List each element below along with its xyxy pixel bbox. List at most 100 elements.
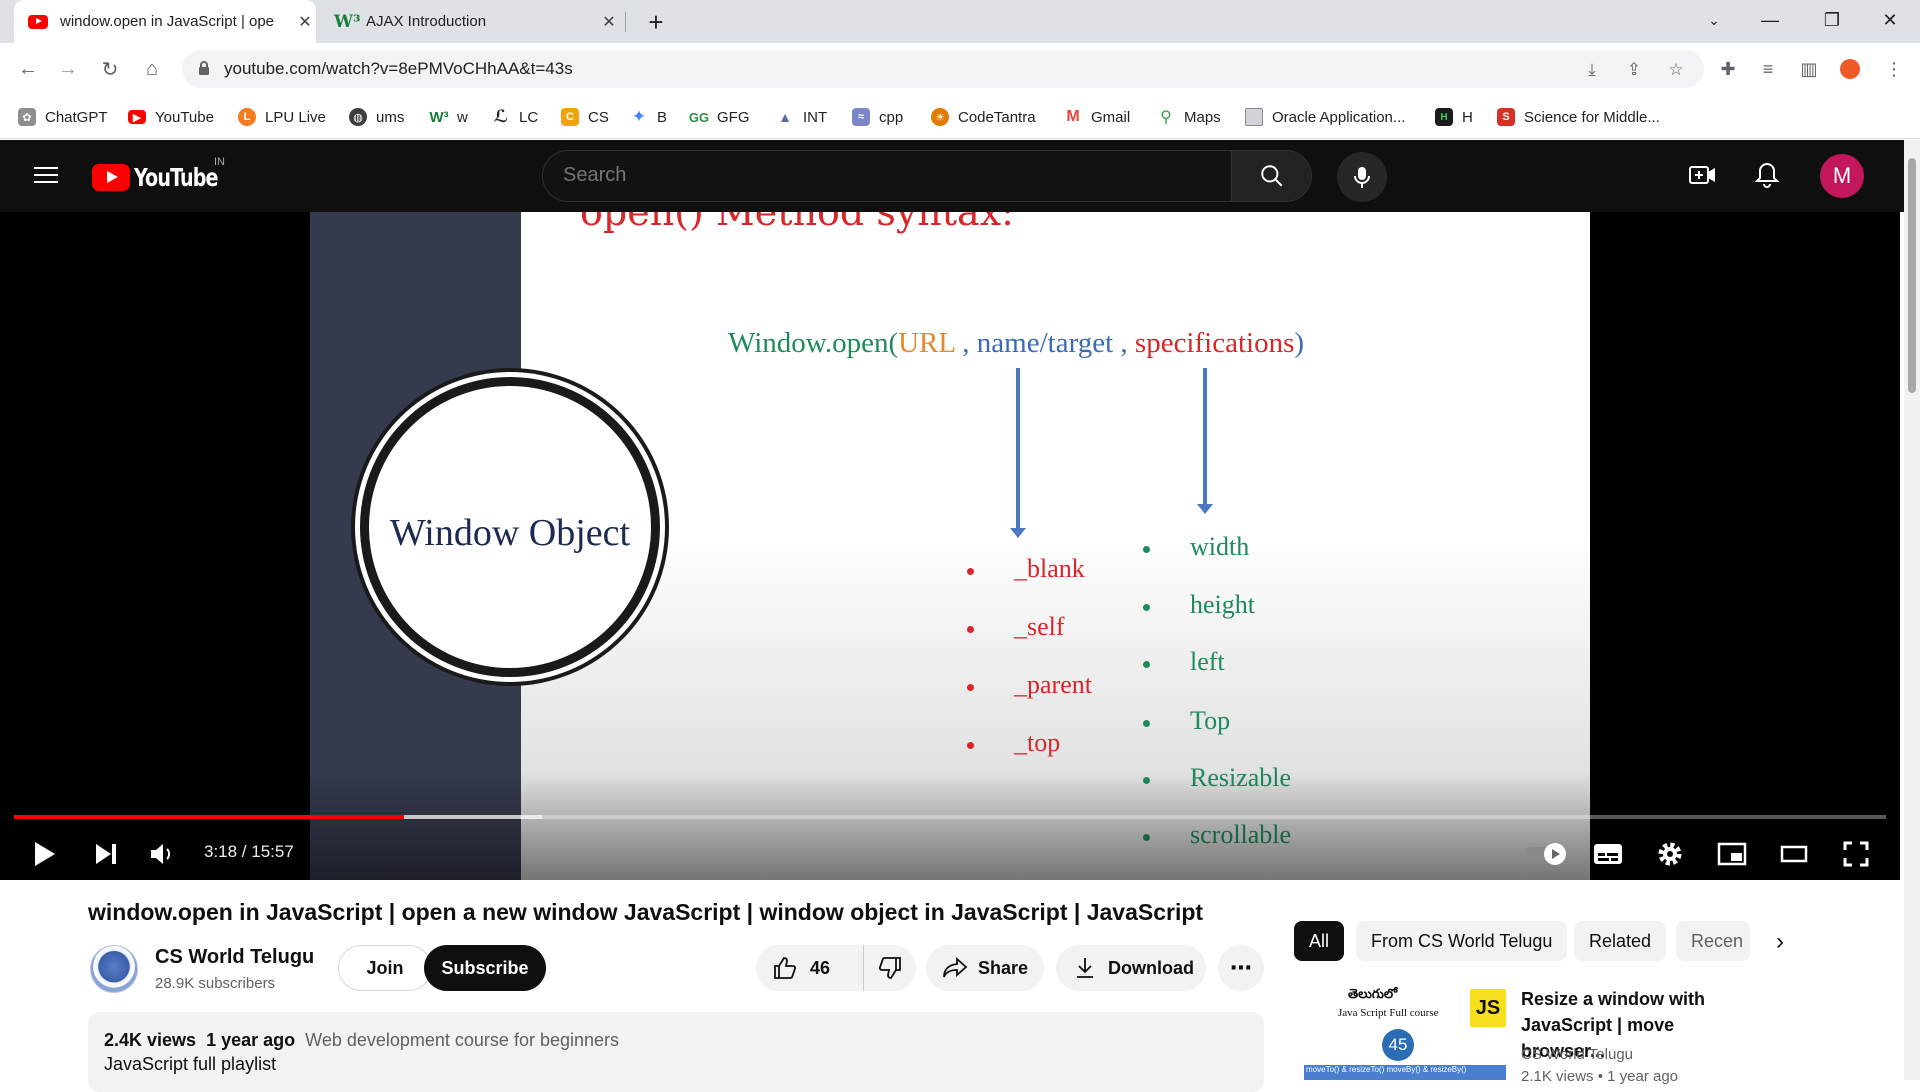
next-button[interactable] (82, 830, 130, 878)
more-actions-button[interactable]: ⋯ (1218, 945, 1264, 991)
js-badge-icon: JS (1470, 989, 1506, 1027)
bookmark-w3[interactable]: W³ w (429, 105, 467, 129)
profile-icon[interactable] (1836, 55, 1864, 83)
minimize-button[interactable]: — (1742, 0, 1798, 40)
chip-related[interactable]: Related (1574, 921, 1667, 961)
chip-label: From CS World Telugu (1371, 930, 1553, 951)
youtube-logo[interactable]: YouTube (92, 162, 232, 192)
join-button[interactable]: Join (338, 945, 432, 991)
search-input[interactable] (563, 164, 1163, 187)
bookmark-chatgpt[interactable]: ✿ ChatGPT (18, 105, 108, 129)
cpp-icon: ≈ (852, 108, 870, 126)
page-scrollbar[interactable] (1904, 140, 1920, 1080)
play-button[interactable] (20, 830, 68, 878)
subtitles-button[interactable] (1584, 830, 1632, 878)
side-panel-icon[interactable]: ▥ (1795, 55, 1823, 83)
subscribe-button[interactable]: Subscribe (424, 945, 546, 991)
bookmark-maps[interactable]: ⚲ Maps (1157, 105, 1221, 129)
bookmark-science[interactable]: S Science for Middle... (1497, 105, 1660, 129)
hamburger-menu-icon[interactable] (30, 162, 62, 190)
tab-search-icon[interactable]: ⌄ (1686, 0, 1742, 40)
description-box[interactable]: 2.4K views 1 year ago Web development co… (88, 1012, 1264, 1092)
bookmark-lpu-live[interactable]: L LPU Live (238, 105, 326, 129)
bookmark-cs[interactable]: C CS (561, 105, 609, 129)
create-video-icon[interactable] (1688, 162, 1718, 188)
new-tab-button[interactable]: + (640, 6, 672, 38)
bookmark-cpp[interactable]: ≈ cpp (852, 105, 903, 129)
chip-recent[interactable]: Recen (1676, 921, 1750, 961)
forward-icon[interactable]: → (50, 51, 86, 87)
channel-avatar[interactable] (90, 945, 138, 993)
list-item: _self (967, 612, 1065, 642)
account-avatar[interactable]: M (1820, 154, 1864, 198)
bookmark-gfg[interactable]: GG GFG (689, 105, 750, 129)
bookmark-lc[interactable]: ℒ LC (492, 105, 538, 129)
tab-youtube[interactable]: window.open in JavaScript | ope ✕ (14, 0, 316, 43)
tab-close-icon[interactable]: ✕ (294, 11, 316, 33)
like-button[interactable]: 46 (756, 945, 864, 991)
bookmark-youtube[interactable]: ▶ YouTube (128, 105, 214, 129)
bookmark-int[interactable]: ▲ INT (776, 105, 827, 129)
browser-toolbar: ← → ↻ ⌂ youtube.com/watch?v=8ePMVoCHhAA&… (0, 43, 1920, 95)
dislike-button[interactable] (864, 945, 916, 991)
bookmark-b[interactable]: ✦ B (630, 105, 667, 129)
search-icon (1260, 165, 1282, 187)
share-page-icon[interactable]: ⇪ (1622, 58, 1646, 82)
scrollbar-thumb[interactable] (1908, 158, 1916, 393)
voice-search-button[interactable] (1337, 152, 1387, 202)
target-arrow-head (1010, 528, 1026, 538)
menu-kebab-icon[interactable]: ⋮ (1880, 55, 1908, 83)
list-item: Top (1143, 706, 1230, 736)
miniplayer-button[interactable] (1708, 830, 1756, 878)
volume-button[interactable] (138, 830, 186, 878)
time-display: 3:18 / 15:57 (204, 842, 294, 861)
url-text[interactable]: youtube.com/watch?v=8ePMVoCHhAA&t=43s (224, 59, 573, 79)
syntax-spec: specifications (1134, 327, 1295, 359)
subscribe-label: Subscribe (441, 957, 529, 978)
chip-all[interactable]: All (1294, 921, 1345, 961)
bookmark-ums[interactable]: ◍ ums (349, 105, 404, 129)
lpu-icon: L (238, 108, 256, 126)
chevron-right-icon[interactable]: › (1760, 926, 1800, 958)
tab-close-icon[interactable]: ✕ (598, 11, 620, 33)
bookmark-label: H (1462, 108, 1473, 126)
syntax-name: name/target (976, 327, 1114, 359)
tab-ajax[interactable]: W³ AJAX Introduction ✕ (322, 0, 620, 43)
channel-name[interactable]: CS World Telugu (155, 946, 314, 969)
target-value: _parent (1014, 670, 1092, 699)
media-queue-icon[interactable]: ≡ (1754, 55, 1782, 83)
back-icon[interactable]: ← (10, 51, 46, 87)
settings-button[interactable] (1646, 830, 1694, 878)
notifications-bell-icon[interactable] (1752, 160, 1782, 190)
recommendation-channel[interactable]: CS World Telugu (1521, 1046, 1633, 1063)
reload-icon[interactable]: ↻ (92, 51, 128, 87)
bookmark-star-icon[interactable]: ☆ (1664, 58, 1688, 82)
bookmark-oracle[interactable]: Oracle Application... (1245, 105, 1405, 129)
fullscreen-button[interactable] (1832, 830, 1880, 878)
bookmark-codetantra[interactable]: ☀ CodeTantra (931, 105, 1036, 129)
lock-icon[interactable] (198, 60, 210, 76)
autoplay-toggle[interactable] (1518, 830, 1570, 878)
recommendation-thumbnail[interactable]: తెలుగులో Java Script Full course JS 45 m… (1304, 985, 1506, 1080)
bookmark-gmail[interactable]: M Gmail (1064, 105, 1130, 129)
spec-arrow (1203, 368, 1207, 508)
int-icon: ▲ (778, 109, 792, 125)
search-box[interactable] (542, 150, 1232, 202)
theater-mode-button[interactable] (1770, 830, 1818, 878)
download-button[interactable]: Download (1056, 945, 1206, 991)
bard-icon: ✦ (631, 107, 647, 126)
extensions-icon[interactable]: ✚ (1714, 55, 1742, 83)
close-window-button[interactable]: ✕ (1862, 0, 1918, 40)
bookmark-h[interactable]: HH (1435, 105, 1473, 129)
share-button[interactable]: Share (926, 945, 1044, 991)
install-icon[interactable]: ⤓ (1580, 58, 1604, 82)
home-icon[interactable]: ⌂ (134, 51, 170, 87)
more-horizontal-icon: ⋯ (1230, 955, 1252, 980)
upload-age: 1 year ago (206, 1030, 296, 1050)
syntax-suffix: ) (1294, 327, 1305, 359)
restore-button[interactable]: ❐ (1804, 0, 1860, 40)
search-button[interactable] (1232, 150, 1312, 202)
address-bar[interactable]: youtube.com/watch?v=8ePMVoCHhAA&t=43s ⤓ … (182, 50, 1704, 88)
video-player[interactable]: Window Object open() Method syntax: Wind… (0, 212, 1900, 880)
chip-from-channel[interactable]: From CS World Telugu (1356, 921, 1568, 961)
